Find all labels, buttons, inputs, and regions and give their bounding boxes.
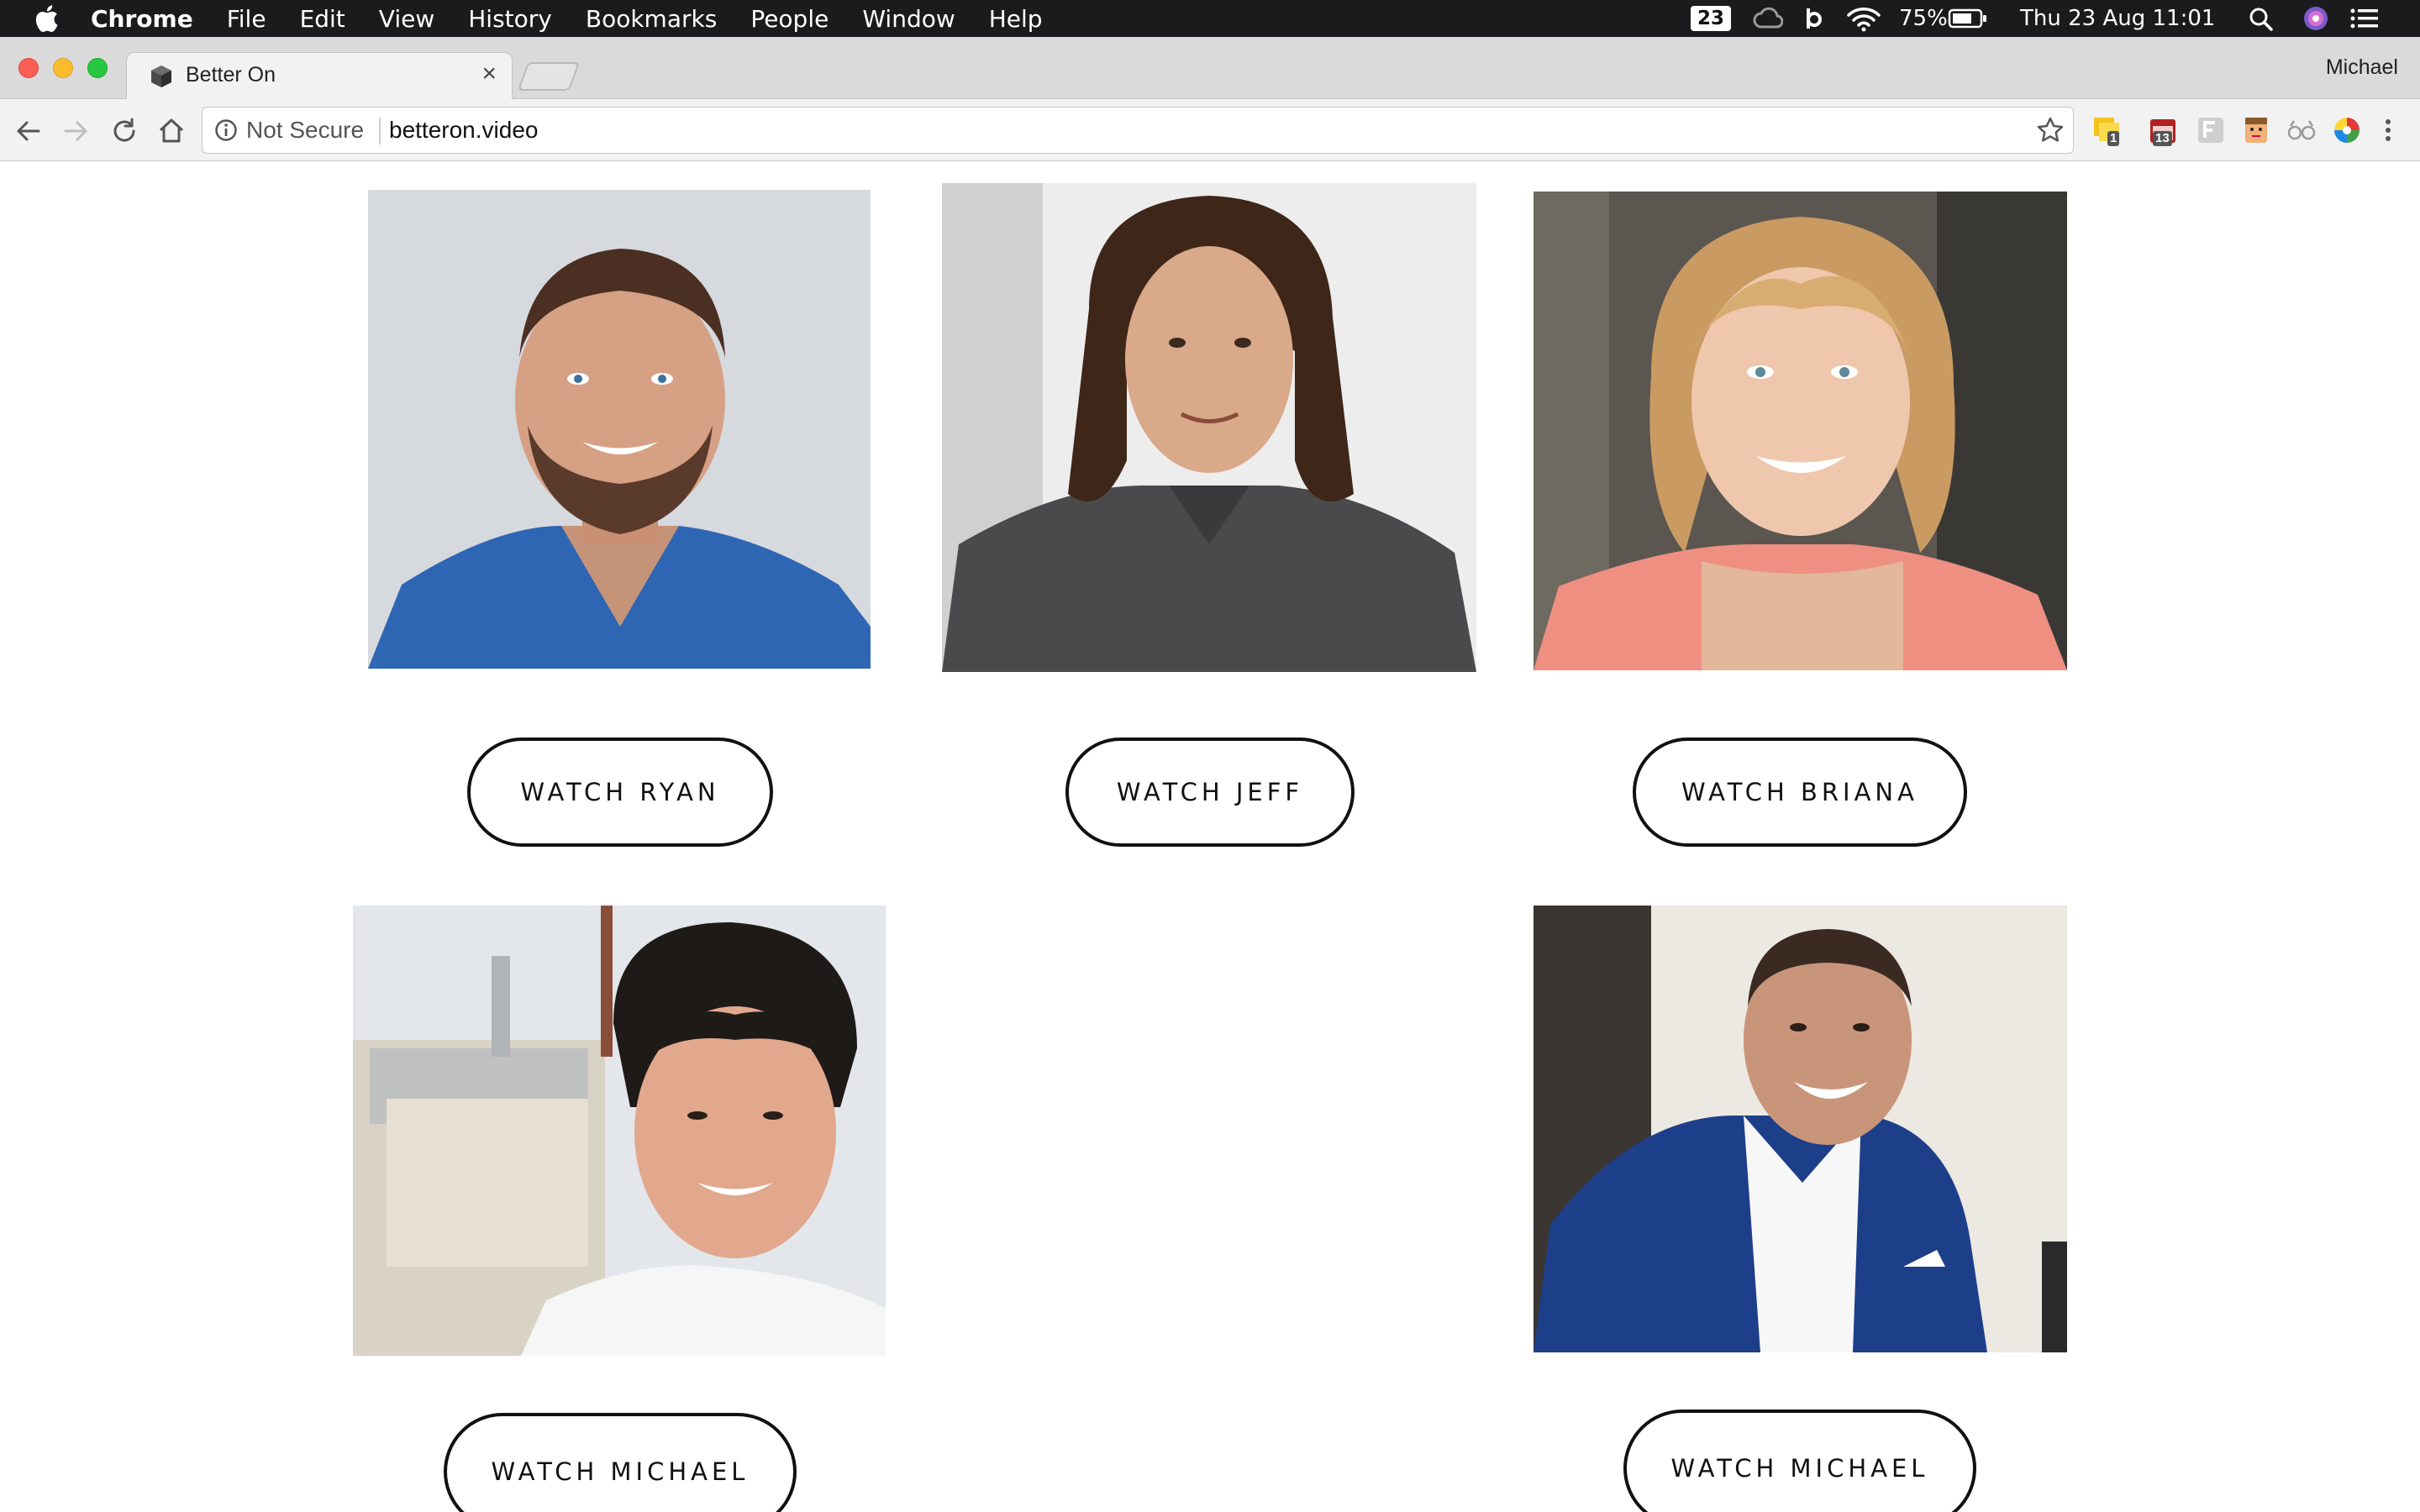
menu-list: Chrome File Edit View History Bookmarks … <box>91 0 1076 37</box>
watch-michael-button[interactable]: WATCH MICHAEL <box>444 1413 797 1512</box>
portrait-michael-1-image <box>353 906 886 1356</box>
minimize-window-button[interactable] <box>53 58 73 78</box>
portrait-ryan <box>368 190 871 669</box>
notification-center-icon[interactable] <box>2349 7 2380 30</box>
watch-briana-button[interactable]: WATCH BRIANA <box>1633 738 1967 847</box>
menu-edit[interactable]: Edit <box>300 5 345 33</box>
watch-ryan-button[interactable]: WATCH RYAN <box>467 738 773 847</box>
calendar-badge[interactable]: 23 <box>1691 6 1731 31</box>
portrait-briana-image <box>1534 192 2067 670</box>
siri-icon[interactable] <box>2302 5 2329 32</box>
extension-badge-13: 13 <box>2153 131 2172 146</box>
zoom-window-button[interactable] <box>87 58 108 78</box>
menu-app-name[interactable]: Chrome <box>91 5 193 33</box>
portrait-ryan-image <box>368 190 871 669</box>
watch-michael-2-button[interactable]: WATCH MICHAEL <box>1623 1410 1976 1512</box>
color-wheel-extension-icon[interactable] <box>2331 114 2363 146</box>
creative-cloud-icon[interactable] <box>1753 7 1783 30</box>
face-extension-icon[interactable] <box>2240 114 2272 146</box>
url-text[interactable]: betteron.video <box>389 117 538 144</box>
bookmark-star-icon[interactable] <box>2036 116 2065 144</box>
profile-name[interactable]: Michael <box>2326 55 2398 80</box>
info-icon[interactable] <box>214 118 238 142</box>
security-label[interactable]: Not Secure <box>246 117 364 144</box>
portrait-michael-2-image <box>1534 906 2067 1352</box>
new-tab-button[interactable] <box>517 62 581 91</box>
menu-window[interactable]: Window <box>862 5 955 33</box>
battery-icon[interactable] <box>1948 7 1988 30</box>
spotlight-search-icon[interactable] <box>2249 7 2274 32</box>
forward-arrow-icon[interactable] <box>60 116 91 146</box>
menu-help[interactable]: Help <box>989 5 1043 33</box>
portrait-michael-2 <box>1534 906 2067 1352</box>
menu-people[interactable]: People <box>750 5 829 33</box>
b-app-icon[interactable] <box>1805 7 1825 32</box>
close-window-button[interactable] <box>18 58 39 78</box>
address-bar[interactable]: Not Secure betteron.video <box>202 107 2074 154</box>
apple-logo-icon[interactable] <box>34 4 59 33</box>
watch-jeff-button[interactable]: WATCH JEFF <box>1065 738 1355 847</box>
font-extension-icon[interactable] <box>2195 114 2227 146</box>
portrait-briana <box>1534 192 2067 670</box>
chrome-menu-icon[interactable] <box>2376 114 2400 146</box>
macos-menu-bar: Chrome File Edit View History Bookmarks … <box>0 0 2420 37</box>
tab-close-icon[interactable]: × <box>481 60 497 88</box>
home-icon[interactable] <box>156 116 187 146</box>
portrait-michael-1 <box>353 906 886 1356</box>
menu-view[interactable]: View <box>379 5 434 33</box>
tab-better-on[interactable]: Better On × <box>126 52 513 99</box>
menu-history[interactable]: History <box>468 5 552 33</box>
reload-icon[interactable] <box>109 116 139 146</box>
battery-percent[interactable]: 75% <box>1899 0 1948 37</box>
portrait-jeff-image <box>942 183 1476 672</box>
tab-title: Better On <box>186 63 276 87</box>
menu-bookmarks[interactable]: Bookmarks <box>586 5 717 33</box>
wifi-icon[interactable] <box>1847 7 1881 32</box>
glasses-extension-icon[interactable] <box>2286 114 2317 146</box>
cube-favicon-icon <box>151 66 171 87</box>
portrait-jeff <box>942 183 1476 672</box>
menu-clock[interactable]: Thu 23 Aug 11:01 <box>2020 0 2215 37</box>
extension-badge-1: 1 <box>2107 131 2120 146</box>
menu-file[interactable]: File <box>227 5 266 33</box>
omnibox-divider <box>379 118 381 144</box>
back-arrow-icon[interactable] <box>13 116 44 146</box>
